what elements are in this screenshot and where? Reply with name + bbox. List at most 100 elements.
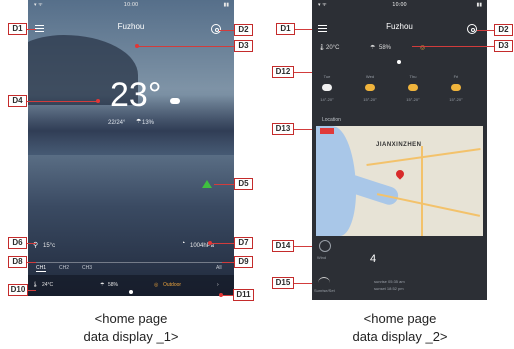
callout-d6: D6 <box>8 237 27 249</box>
status-bar: ▾ ᯤ 10:00 ▮▮ <box>312 0 487 9</box>
pressure-icon: ◔ <box>181 240 186 247</box>
city-name[interactable]: Fuzhou <box>28 22 234 31</box>
warning-icon[interactable] <box>202 180 212 188</box>
leader-line <box>294 283 312 284</box>
bottom-label: Outdoor <box>163 282 182 288</box>
leader-line <box>294 72 312 73</box>
sunrise-text: sunrise 05:35 am <box>374 279 405 284</box>
forecast-day-3: Thu <box>409 74 417 79</box>
sun-cloud-icon <box>365 84 375 91</box>
callout-d12: D12 <box>272 66 294 78</box>
leader-line <box>137 46 234 47</box>
forecast-day-4: Fri <box>453 74 459 79</box>
settings-icon[interactable] <box>211 24 221 34</box>
callout-d15: D15 <box>272 277 294 289</box>
leader-line <box>222 262 234 263</box>
caption-1: <home page data display _1> <box>28 310 234 346</box>
leader-line <box>210 243 234 244</box>
leader-line <box>412 46 494 47</box>
sun-cloud-icon <box>451 84 461 91</box>
road <box>376 193 481 217</box>
leader-line <box>477 30 494 31</box>
tab-ch1[interactable]: CH1 <box>36 265 47 272</box>
drop-icon: ☂ <box>370 45 376 51</box>
forecast-range-2: 15°-20° <box>363 97 377 102</box>
page-indicator <box>397 60 401 64</box>
location-map[interactable]: JIANXINZHEN <box>316 126 483 236</box>
forecast-range-3: 15°-20° <box>406 97 420 102</box>
callout-d4: D4 <box>8 95 27 107</box>
forecast-day-1: Tue <box>323 74 331 79</box>
forecast-range-4: 15°-20° <box>449 97 463 102</box>
tab-ch2[interactable]: CH2 <box>59 265 69 271</box>
thermometer-icon: 🌡 <box>32 282 39 288</box>
expand-icon[interactable]: › <box>217 282 219 288</box>
callout-d2: D2 <box>494 24 513 36</box>
callout-d9: D9 <box>234 256 253 268</box>
forecast-day-2: Wed <box>365 74 375 79</box>
outdoor-icon: ◎ <box>154 282 159 288</box>
road <box>421 146 423 236</box>
caption-2-line1: <home page <box>363 311 437 326</box>
callout-d14: D14 <box>272 240 294 252</box>
cloud-icon <box>322 84 332 91</box>
callout-d3: D3 <box>234 40 253 52</box>
leader-line <box>295 29 312 30</box>
compass-icon <box>319 240 331 252</box>
leader-line <box>294 129 312 130</box>
drop-icon: ☂ <box>100 282 105 288</box>
sunrise-icon <box>318 277 330 284</box>
callout-d2: D2 <box>234 24 253 36</box>
leader-line <box>28 290 36 291</box>
leader-dot <box>208 241 212 245</box>
channel-tabs: CH1 CH2 CH3 All <box>28 263 234 273</box>
callout-d8: D8 <box>8 256 27 268</box>
callout-d3: D3 <box>494 40 513 52</box>
caption-1-line1: <home page <box>94 311 168 326</box>
callout-d1: D1 <box>8 23 27 35</box>
home-screen-1: ▾ ᯤ 10:00 ▮▮ Fuzhou 23° 22/24° ☂ 13% ⚲ 1… <box>28 0 234 296</box>
callout-d13: D13 <box>272 123 294 135</box>
leader-line <box>27 243 36 244</box>
current-temp: 20°C <box>326 45 340 51</box>
home-screen-2: ▾ ᯤ 10:00 ▮▮ Fuzhou 🌡 20°C ☂ 58% ◎ Tue 1… <box>312 0 487 300</box>
city-name[interactable]: Fuzhou <box>312 22 487 31</box>
battery-icon: ▮▮ <box>223 2 229 8</box>
forecast-range-1: 14°-20° <box>320 97 334 102</box>
leader-line <box>27 29 36 30</box>
leader-dot <box>96 99 100 103</box>
status-bar: ▾ ᯤ 10:00 ▮▮ <box>28 0 234 9</box>
leader-line <box>219 30 234 31</box>
map-city-label: JIANXINZHEN <box>376 142 422 148</box>
leader-dot <box>219 293 223 297</box>
page-indicator <box>129 290 133 294</box>
location-pin-icon[interactable] <box>394 168 406 180</box>
tab-all[interactable]: All <box>216 265 222 271</box>
road <box>366 148 481 166</box>
current-temperature: 23° <box>110 76 162 114</box>
status-time: 10:00 <box>123 2 139 8</box>
map-header: Location <box>322 117 341 123</box>
indoor-temp: 15°c <box>43 243 56 249</box>
thermometer-icon: 🌡 <box>318 45 326 51</box>
callout-d7: D7 <box>234 237 253 249</box>
settings-icon[interactable] <box>467 24 477 34</box>
current-humidity: 58% <box>379 45 392 51</box>
status-time: 10:00 <box>392 2 407 8</box>
leader-dot <box>135 44 139 48</box>
caption-2: <home page data display _2> <box>300 310 500 346</box>
humidity-value: 13% <box>142 120 155 126</box>
callout-d11: D11 <box>233 289 254 301</box>
caption-1-line2: data display _1> <box>83 329 179 344</box>
callout-d1: D1 <box>276 23 295 35</box>
sun-label: Sunrise/Set <box>314 288 335 293</box>
callout-d10: D10 <box>8 284 28 296</box>
bottom-temp: 24°C <box>42 282 54 288</box>
tab-ch3[interactable]: CH3 <box>82 265 92 271</box>
map-badge <box>320 128 334 134</box>
leader-line <box>27 101 97 102</box>
battery-icon: ▮▮ <box>476 2 482 8</box>
leader-line <box>294 246 312 247</box>
temp-range: 22/24° <box>108 120 126 126</box>
leader-line <box>27 262 36 263</box>
